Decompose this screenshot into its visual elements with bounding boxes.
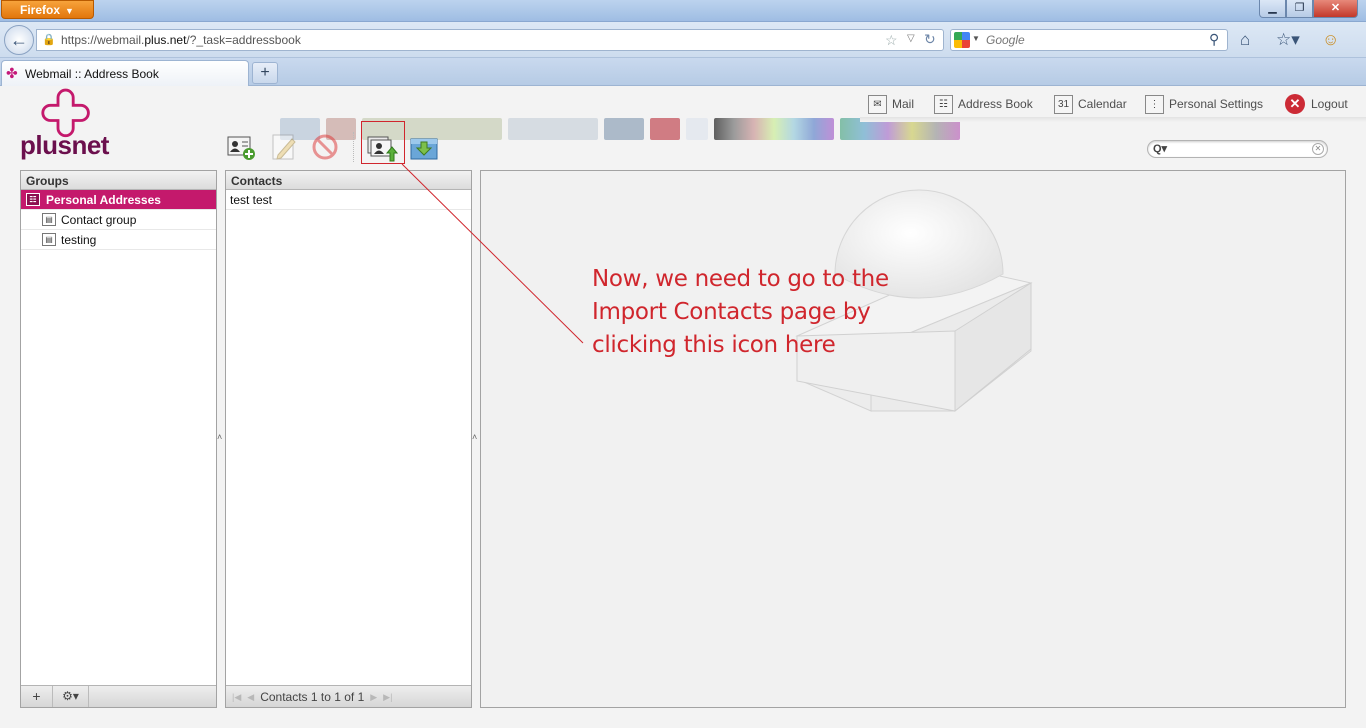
annotation-text: Now, we need to go to the Import Contact… <box>592 266 889 358</box>
annotation-leader-line <box>401 163 584 344</box>
